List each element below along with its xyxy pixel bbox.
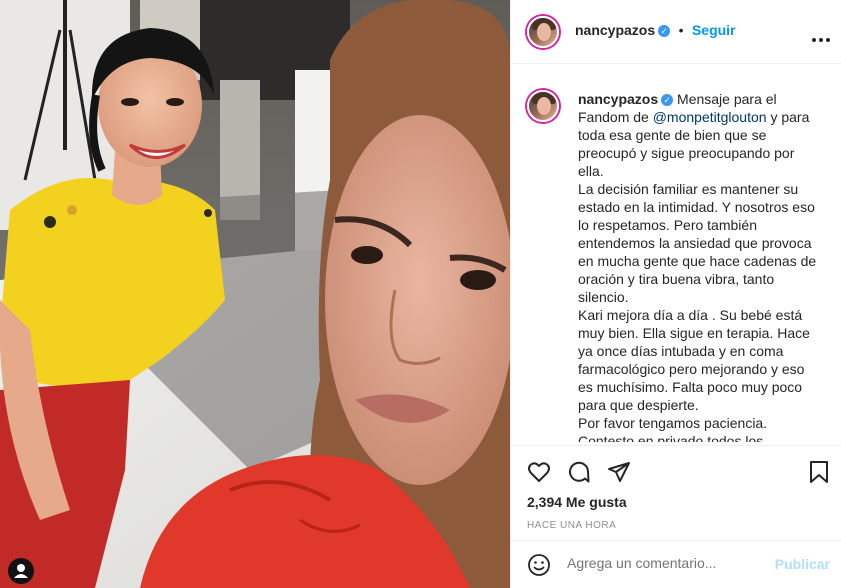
caption-text: nancypazos ✓ Mensaje para el Fandom de @m… [578,90,818,442]
mention-link[interactable]: @monpetitglouton [653,109,767,125]
username-link[interactable]: nancypazos [575,22,655,38]
follow-button[interactable]: Seguir [692,22,736,38]
likes-count[interactable]: 2,394 Me gusta [527,494,627,510]
selfie-image [0,0,510,588]
bookmark-icon[interactable] [808,460,830,489]
share-icon[interactable] [607,460,631,489]
heart-icon[interactable] [527,460,551,489]
comment-input[interactable] [567,555,767,571]
caption-area: nancypazos ✓ Mensaje para el Fandom de @m… [511,76,841,442]
caption-text-rest: y para toda esa gente de bien que se pre… [578,109,817,442]
comment-bar: Publicar [511,540,841,588]
verified-badge-icon: ✓ [658,24,671,37]
caption-verified-badge-icon: ✓ [661,94,674,107]
post-photo[interactable] [0,0,510,588]
comment-icon[interactable] [567,460,591,489]
post-timestamp[interactable]: HACE UNA HORA [527,520,616,531]
separator-dot: • [678,22,684,38]
post-header: nancypazos ✓ • Seguir [511,0,841,64]
caption-avatar[interactable] [527,90,559,122]
more-options-icon[interactable] [811,30,831,42]
avatar[interactable] [527,16,559,48]
caption-username-link[interactable]: nancypazos [578,91,658,107]
emoji-icon[interactable] [527,553,551,582]
post-side-panel: nancypazos ✓ • Seguir nancypazos ✓ Mensaje… [510,0,841,588]
publish-button[interactable]: Publicar [775,556,830,572]
user-tag-icon[interactable] [8,558,34,584]
